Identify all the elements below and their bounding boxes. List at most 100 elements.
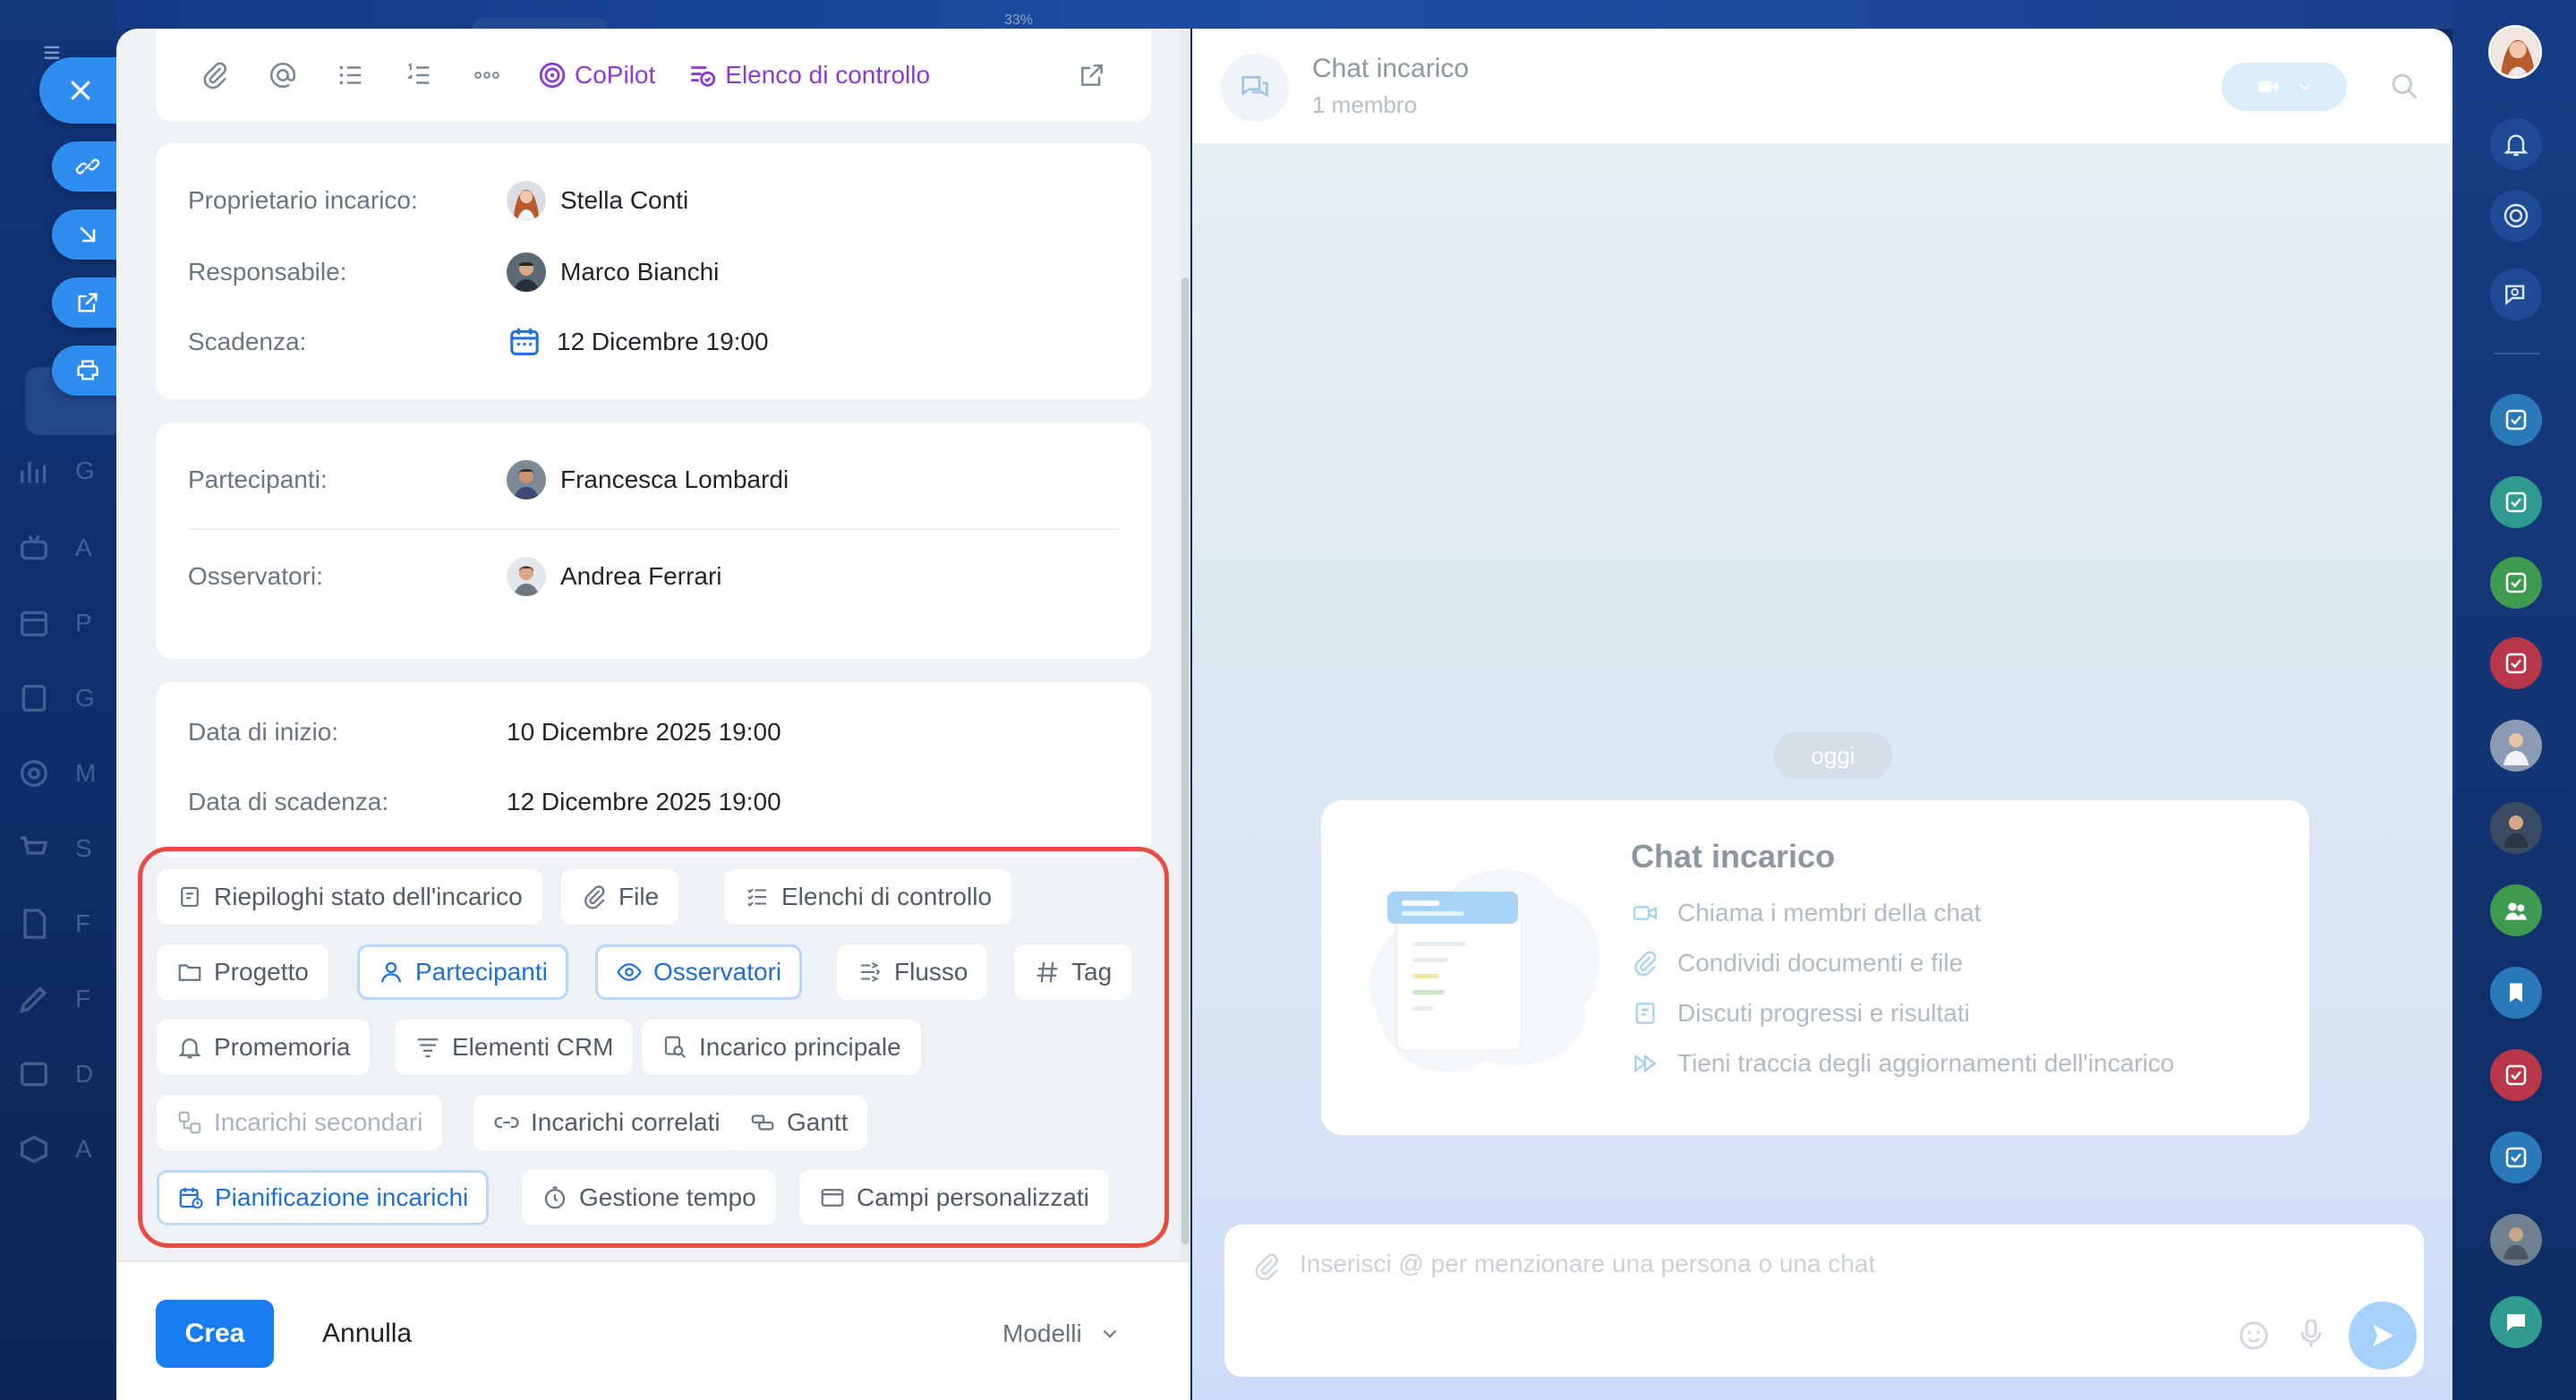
owner-label: Proprietario incarico: bbox=[188, 186, 418, 214]
cart-icon bbox=[21, 836, 48, 855]
numbered-list-icon[interactable] bbox=[401, 57, 437, 93]
chip-tag[interactable]: Tag bbox=[1014, 944, 1132, 1000]
avatar bbox=[507, 181, 546, 220]
deadline-value[interactable]: 12 Dicembre 19:00 bbox=[507, 324, 769, 360]
attach-icon[interactable] bbox=[1251, 1251, 1282, 1282]
message-composer[interactable]: Inserisci @ per menzionare una persona o… bbox=[1224, 1225, 2424, 1377]
chat-header: Chat incarico 1 membro bbox=[1192, 29, 2452, 145]
pen-icon bbox=[20, 986, 47, 1013]
observers-value[interactable]: Andrea Ferrari bbox=[507, 557, 722, 596]
form-footer: Crea Annulla Modelli bbox=[116, 1260, 1190, 1400]
chip-time-tracking[interactable]: Gestione tempo bbox=[522, 1170, 776, 1225]
start-date-label: Data di inizio: bbox=[188, 718, 339, 746]
chip-related-tasks[interactable]: Incarichi correlati bbox=[473, 1095, 740, 1150]
avatar bbox=[507, 557, 546, 596]
mention-icon[interactable] bbox=[265, 57, 301, 93]
chip-gantt[interactable]: Gantt bbox=[729, 1095, 868, 1150]
emoji-icon[interactable] bbox=[2236, 1318, 2272, 1353]
bookmark-icon[interactable] bbox=[2490, 967, 2542, 1019]
chip-task-planning[interactable]: Pianificazione incarichi bbox=[157, 1170, 490, 1225]
minimize-button[interactable] bbox=[52, 209, 124, 260]
group-icon[interactable] bbox=[2490, 884, 2542, 936]
avatar bbox=[507, 460, 546, 499]
participants-value[interactable]: Francesca Lombardi bbox=[507, 460, 789, 499]
video-icon bbox=[1633, 906, 1658, 920]
planning-calendar-icon bbox=[179, 1187, 203, 1209]
owner-value[interactable]: Stella Conti bbox=[507, 181, 688, 220]
calendar-icon bbox=[21, 610, 47, 636]
message-input[interactable]: Inserisci @ per menzionare una persona o… bbox=[1300, 1250, 1875, 1278]
checklist-button[interactable]: Elenco di controllo bbox=[687, 60, 930, 90]
paperclip-icon bbox=[1634, 951, 1657, 977]
copy-link-button[interactable] bbox=[52, 141, 124, 192]
chip-participants[interactable]: Partecipanti bbox=[357, 944, 568, 1000]
open-new-window-button[interactable] bbox=[52, 277, 124, 328]
due-date-value[interactable]: 12 Dicembre 2025 19:00 bbox=[507, 788, 781, 816]
chip-parent-task[interactable]: Incarico principale bbox=[642, 1020, 921, 1075]
chip-flow[interactable]: Flusso bbox=[837, 944, 988, 1000]
chip-file[interactable]: File bbox=[561, 869, 679, 925]
members-card: Partecipanti: Francesca Lombardi Osserva… bbox=[156, 423, 1151, 659]
recent-task-icon[interactable] bbox=[2490, 557, 2542, 609]
paperclip-icon bbox=[584, 885, 605, 909]
chip-crm[interactable]: Elementi CRM bbox=[395, 1020, 634, 1075]
link-icon bbox=[75, 158, 100, 175]
send-button[interactable] bbox=[2349, 1302, 2417, 1370]
chat-icon bbox=[1221, 54, 1289, 122]
notifications-icon[interactable] bbox=[2490, 118, 2542, 170]
user-avatar[interactable] bbox=[2488, 25, 2542, 79]
responsible-value[interactable]: Marco Bianchi bbox=[507, 252, 719, 292]
contact-avatar[interactable] bbox=[2490, 802, 2542, 854]
recent-task-icon[interactable] bbox=[2490, 1049, 2542, 1101]
summary-icon bbox=[181, 886, 199, 908]
create-button[interactable]: Crea bbox=[156, 1300, 274, 1368]
chip-reminder[interactable]: Promemoria bbox=[157, 1020, 371, 1075]
search-chats-icon[interactable] bbox=[2490, 269, 2542, 320]
recent-task-icon[interactable] bbox=[2490, 394, 2542, 446]
feature-track: Tieni traccia degli aggiornamenti dell'i… bbox=[1631, 1049, 2174, 1078]
copilot-rail-icon[interactable] bbox=[2490, 190, 2542, 242]
printer-icon bbox=[77, 360, 98, 380]
deadline-label: Scadenza: bbox=[188, 328, 307, 355]
chat-search-icon[interactable] bbox=[2388, 70, 2420, 102]
chip-project[interactable]: Progetto bbox=[157, 944, 328, 1000]
participants-row: Partecipanti: Francesca Lombardi bbox=[188, 460, 789, 499]
recent-task-icon[interactable] bbox=[2490, 1131, 2542, 1183]
gantt-icon bbox=[751, 1114, 774, 1131]
external-link-icon bbox=[78, 293, 98, 312]
summary-icon bbox=[1635, 1003, 1655, 1024]
chip-status-summary[interactable]: Riepiloghi stato dell'incarico bbox=[157, 869, 542, 925]
search-task-icon bbox=[664, 1036, 687, 1059]
observers-row: Osservatori: Andrea Ferrari bbox=[188, 557, 722, 596]
chip-checklists[interactable]: Elenchi di controllo bbox=[724, 869, 1012, 925]
chip-observers[interactable]: Osservatori bbox=[595, 944, 803, 1000]
expand-editor-icon[interactable] bbox=[1074, 57, 1110, 93]
recent-task-icon[interactable] bbox=[2490, 637, 2542, 689]
document-icon bbox=[23, 909, 47, 939]
microphone-icon[interactable] bbox=[2293, 1316, 2329, 1352]
cancel-button[interactable]: Annulla bbox=[322, 1300, 412, 1368]
avatar bbox=[507, 252, 546, 292]
contact-avatar[interactable] bbox=[2490, 1214, 2542, 1266]
contact-avatar[interactable] bbox=[2490, 720, 2542, 772]
bullet-list-icon[interactable] bbox=[333, 57, 369, 93]
rail-divider bbox=[2494, 353, 2540, 354]
print-button[interactable] bbox=[52, 346, 124, 396]
chip-subtasks[interactable]: Incarichi secondari bbox=[157, 1095, 443, 1150]
templates-dropdown[interactable]: Modelli bbox=[1002, 1300, 1122, 1368]
close-slider-button[interactable] bbox=[39, 57, 122, 124]
flow-icon bbox=[861, 962, 881, 982]
due-date-label: Data di scadenza: bbox=[188, 788, 389, 815]
chat-members-count[interactable]: 1 membro bbox=[1312, 91, 1417, 119]
chip-custom-fields[interactable]: Campi personalizzati bbox=[799, 1170, 1109, 1225]
start-date-value[interactable]: 10 Dicembre 2025 19:00 bbox=[507, 718, 781, 747]
video-call-button[interactable] bbox=[2222, 63, 2347, 111]
folder-icon bbox=[178, 964, 201, 981]
attach-icon[interactable] bbox=[197, 57, 233, 93]
chat-bubble-icon[interactable] bbox=[2490, 1296, 2542, 1348]
recent-task-icon[interactable] bbox=[2490, 476, 2542, 528]
more-icon[interactable] bbox=[469, 57, 505, 93]
form-scrollbar-thumb[interactable] bbox=[1181, 277, 1189, 1244]
feature-share: Condividi documenti e file bbox=[1631, 949, 1963, 977]
copilot-button[interactable]: CoPilot bbox=[537, 60, 655, 90]
